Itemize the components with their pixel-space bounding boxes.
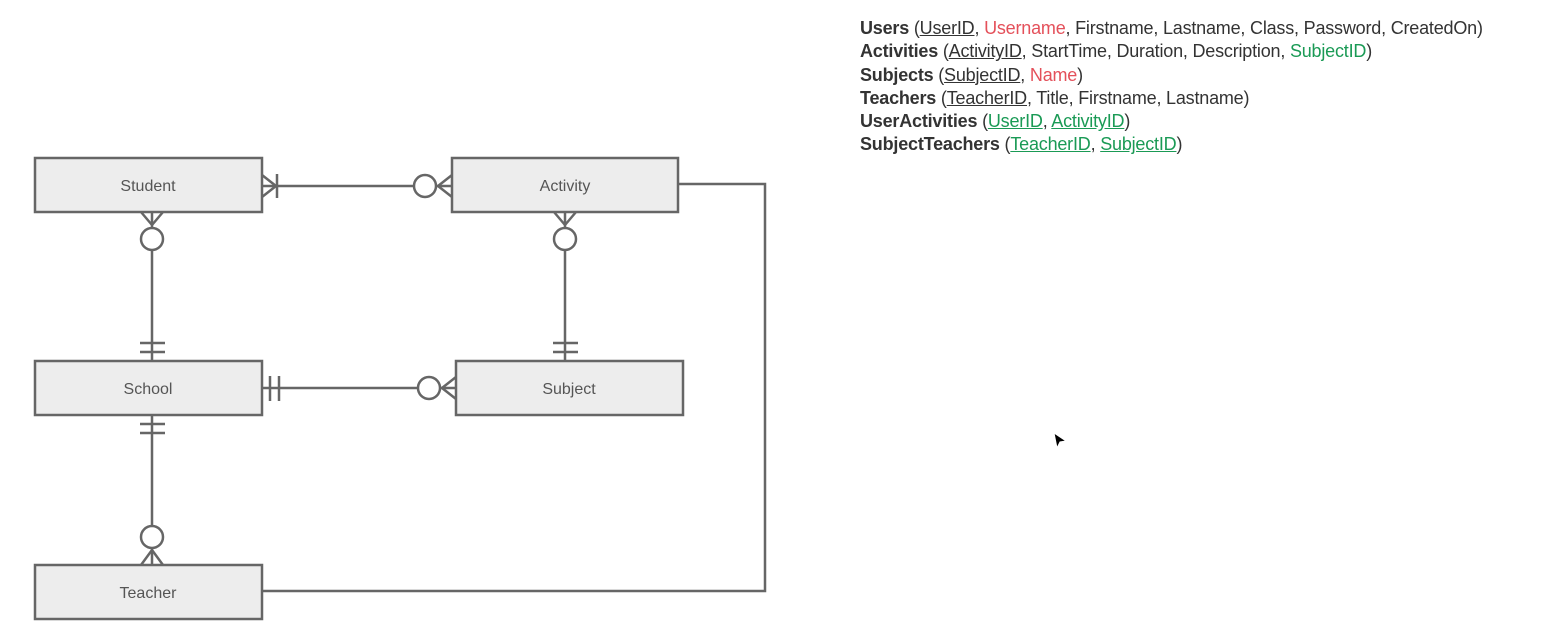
field: StartTime bbox=[1031, 41, 1107, 62]
entity-student[interactable]: Student bbox=[33, 156, 264, 214]
entity-school[interactable]: School bbox=[33, 359, 264, 417]
mouse-cursor-icon bbox=[1053, 431, 1068, 450]
field: Lastname bbox=[1166, 87, 1244, 108]
field: Lastname bbox=[1162, 18, 1241, 38]
table-name: Subjects bbox=[860, 64, 934, 85]
entity-teacher[interactable]: Teacher bbox=[33, 563, 264, 621]
primary-key-field: SubjectID bbox=[944, 64, 1021, 85]
primary-key-field: UserID bbox=[919, 18, 975, 38]
primary-key-field: TeacherID bbox=[946, 87, 1027, 108]
table-name: Teachers bbox=[860, 87, 937, 108]
field: Username bbox=[984, 18, 1066, 38]
schema-row-teachers: Teachers (TeacherID, Title, Firstname, L… bbox=[860, 87, 1250, 108]
field: CreatedOn bbox=[1390, 18, 1477, 38]
entity-subject[interactable]: Subject bbox=[454, 359, 685, 417]
primary-key-field: SubjectID bbox=[1100, 134, 1177, 155]
field: Title bbox=[1036, 87, 1069, 108]
field: Password bbox=[1303, 18, 1382, 38]
primary-key-field: TeacherID bbox=[1010, 134, 1091, 155]
table-name: UserActivities bbox=[860, 111, 978, 132]
foreign-key-field: SubjectID bbox=[1289, 41, 1367, 62]
schema-row-useractivities: UserActivities (UserID, ActivityID) bbox=[860, 111, 1131, 132]
schema-row-subjectteachers: SubjectTeachers (TeacherID, SubjectID) bbox=[860, 134, 1183, 155]
field: Firstname bbox=[1075, 18, 1154, 38]
field: Class bbox=[1250, 18, 1295, 38]
primary-key-field: ActivityID bbox=[1051, 111, 1125, 132]
primary-key-field: ActivityID bbox=[948, 41, 1022, 62]
schema-row-users: Users (UserID, Username, Firstname, Last… bbox=[860, 18, 1483, 38]
entity-school-label: School bbox=[124, 381, 173, 398]
field: Description bbox=[1192, 41, 1281, 62]
table-name: Users bbox=[860, 18, 910, 38]
field: Duration bbox=[1116, 41, 1183, 62]
relational-schema: Users (UserID, Username, Firstname, Last… bbox=[860, 17, 1483, 157]
field: Name bbox=[1029, 64, 1078, 85]
entity-subject-label: Subject bbox=[542, 381, 596, 398]
primary-key-field: UserID bbox=[987, 111, 1043, 132]
field: Firstname bbox=[1078, 87, 1157, 108]
entity-teacher-label: Teacher bbox=[120, 585, 178, 602]
table-name: SubjectTeachers bbox=[860, 134, 1000, 155]
er-diagram: Student Activity School Subject Teacher bbox=[33, 156, 767, 621]
schema-row-activities: Activities (ActivityID, StartTime, Durat… bbox=[860, 41, 1372, 62]
table-name: Activities bbox=[860, 41, 939, 62]
entity-activity[interactable]: Activity bbox=[450, 156, 680, 214]
schema-row-subjects: Subjects (SubjectID, Name) bbox=[860, 64, 1083, 85]
entity-activity-label: Activity bbox=[540, 178, 591, 195]
entity-student-label: Student bbox=[120, 178, 176, 195]
